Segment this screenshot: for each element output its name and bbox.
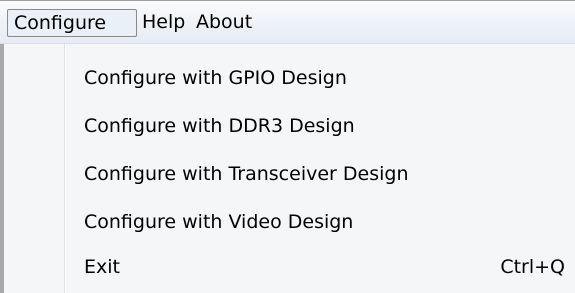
menu-item-label: Configure with DDR3 Design bbox=[84, 115, 355, 137]
menu-item-label: Configure with GPIO Design bbox=[84, 67, 347, 89]
menu-item-configure-gpio[interactable]: Configure with GPIO Design bbox=[4, 56, 575, 100]
menu-item-label: Configure with Video Design bbox=[84, 211, 354, 233]
menu-item-configure-video[interactable]: Configure with Video Design bbox=[4, 200, 575, 244]
menu-help[interactable]: Help bbox=[142, 9, 185, 37]
menu-bar: Configure Help About bbox=[0, 0, 575, 44]
menu-about[interactable]: About bbox=[196, 9, 252, 37]
menu-item-label: Configure with Transceiver Design bbox=[84, 163, 409, 185]
menu-item-label: Exit bbox=[84, 256, 120, 278]
menu-item-configure-ddr3[interactable]: Configure with DDR3 Design bbox=[4, 104, 575, 148]
menu-item-exit[interactable]: Exit Ctrl+Q bbox=[4, 245, 575, 289]
menu-item-configure-transceiver[interactable]: Configure with Transceiver Design bbox=[4, 152, 575, 196]
configure-dropdown-menu: Configure with GPIO Design Configure wit… bbox=[0, 44, 575, 293]
menu-item-shortcut: Ctrl+Q bbox=[500, 256, 565, 278]
menu-configure[interactable]: Configure bbox=[7, 9, 137, 37]
